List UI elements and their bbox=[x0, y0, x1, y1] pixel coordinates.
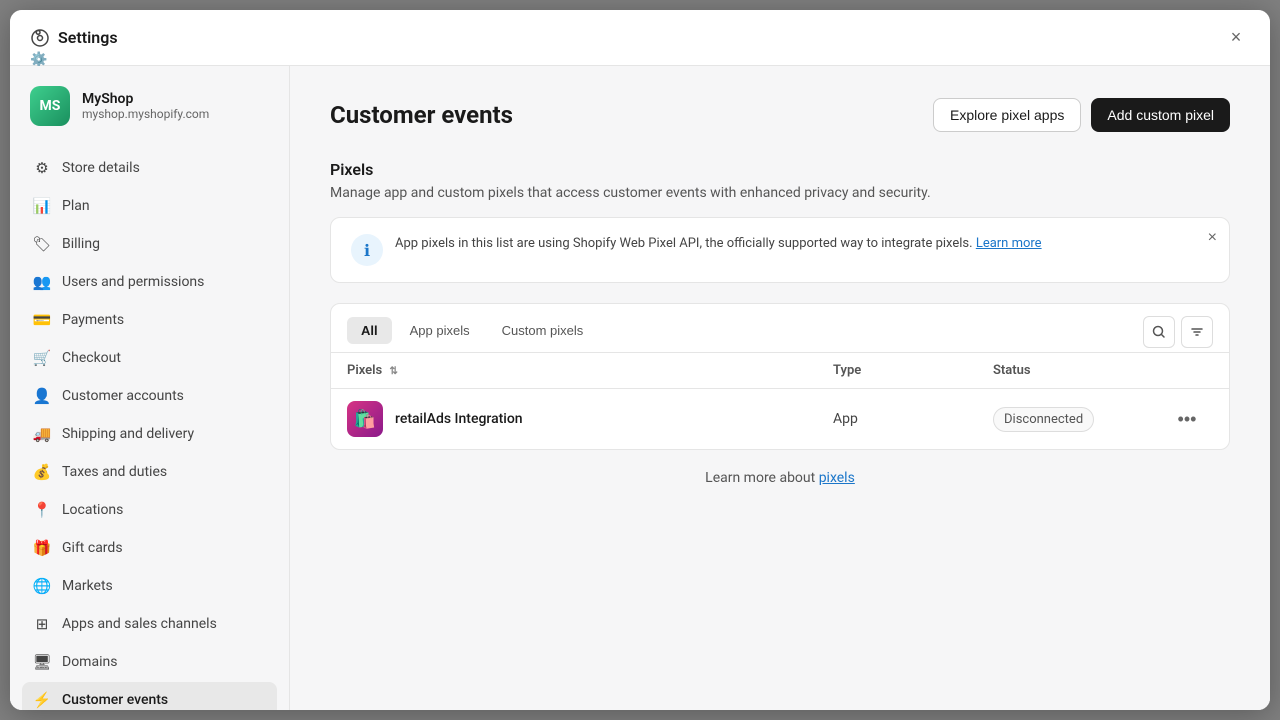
sidebar-item-label: Payments bbox=[62, 312, 124, 328]
pixel-status-cell: Disconnected bbox=[993, 407, 1173, 432]
sidebar-item-shipping-delivery[interactable]: 🚚 Shipping and delivery bbox=[22, 416, 277, 452]
pixels-link[interactable]: pixels bbox=[819, 470, 855, 486]
col-type: Type bbox=[833, 363, 993, 378]
plan-icon: 📊 bbox=[32, 196, 52, 216]
sidebar-item-label: Domains bbox=[62, 654, 117, 670]
store-details-icon: ⚙ bbox=[32, 158, 52, 178]
add-custom-pixel-button[interactable]: Add custom pixel bbox=[1091, 98, 1230, 132]
nav-list: ⚙ Store details 📊 Plan 🏷 Billing 👥 Users… bbox=[22, 150, 277, 710]
sidebar-item-label: Customer events bbox=[62, 692, 168, 708]
store-info: MyShop myshop.myshopify.com bbox=[82, 91, 209, 121]
sidebar: MS MyShop myshop.myshopify.com ⚙ Store d… bbox=[10, 66, 290, 710]
window-title: Settings bbox=[58, 28, 1222, 47]
sidebar-item-customer-accounts[interactable]: 👤 Customer accounts bbox=[22, 378, 277, 414]
sort-icon: ⇅ bbox=[389, 366, 397, 377]
sidebar-item-label: Shipping and delivery bbox=[62, 426, 194, 442]
store-header: MS MyShop myshop.myshopify.com bbox=[22, 86, 277, 126]
header-actions: Explore pixel apps Add custom pixel bbox=[933, 98, 1230, 132]
content-area: Customer events Explore pixel apps Add c… bbox=[290, 66, 1270, 710]
users-permissions-icon: 👥 bbox=[32, 272, 52, 292]
sidebar-item-billing[interactable]: 🏷 Billing bbox=[22, 226, 277, 262]
col-status: Status bbox=[993, 363, 1173, 378]
tab-all[interactable]: All bbox=[347, 317, 392, 344]
locations-icon: 📍 bbox=[32, 500, 52, 520]
sidebar-item-label: Markets bbox=[62, 578, 113, 594]
banner-text: App pixels in this list are using Shopif… bbox=[395, 234, 1209, 254]
sidebar-item-label: Store details bbox=[62, 160, 140, 176]
footer-learn-more: Learn more about pixels bbox=[330, 450, 1230, 506]
billing-icon: 🏷 bbox=[32, 234, 52, 254]
sidebar-item-taxes-duties[interactable]: 💰 Taxes and duties bbox=[22, 454, 277, 490]
pixels-section-desc: Manage app and custom pixels that access… bbox=[330, 185, 1230, 201]
sidebar-item-label: Users and permissions bbox=[62, 274, 204, 290]
taxes-duties-icon: 💰 bbox=[32, 462, 52, 482]
pixels-section: Pixels Manage app and custom pixels that… bbox=[330, 160, 1230, 506]
banner-close-button[interactable]: × bbox=[1208, 230, 1217, 246]
sidebar-item-customer-events[interactable]: ⚡ Customer events bbox=[22, 682, 277, 710]
store-url: myshop.myshopify.com bbox=[82, 107, 209, 121]
pixel-type: App bbox=[833, 411, 993, 427]
sidebar-item-markets[interactable]: 🌐 Markets bbox=[22, 568, 277, 604]
sidebar-item-locations[interactable]: 📍 Locations bbox=[22, 492, 277, 528]
pixel-table: All App pixels Custom pixels bbox=[330, 303, 1230, 450]
close-button[interactable]: × bbox=[1222, 24, 1250, 52]
sort-button[interactable] bbox=[1181, 316, 1213, 348]
row-more-button[interactable]: ••• bbox=[1173, 405, 1201, 433]
content-header: Customer events Explore pixel apps Add c… bbox=[330, 98, 1230, 132]
avatar: MS bbox=[30, 86, 70, 126]
sidebar-item-checkout[interactable]: 🛒 Checkout bbox=[22, 340, 277, 376]
domains-icon: 🖥 bbox=[32, 652, 52, 672]
sidebar-item-label: Taxes and duties bbox=[62, 464, 167, 480]
sidebar-item-label: Apps and sales channels bbox=[62, 616, 217, 632]
tab-actions bbox=[1143, 316, 1213, 348]
learn-more-link[interactable]: Learn more bbox=[976, 236, 1042, 251]
page-title: Customer events bbox=[330, 101, 513, 129]
settings-window: ⚙️ Settings × MS MyShop myshop.myshopify… bbox=[10, 10, 1270, 710]
checkout-icon: 🛒 bbox=[32, 348, 52, 368]
sidebar-item-label: Gift cards bbox=[62, 540, 123, 556]
main-layout: MS MyShop myshop.myshopify.com ⚙ Store d… bbox=[10, 66, 1270, 710]
info-banner: ℹ App pixels in this list are using Shop… bbox=[330, 217, 1230, 283]
table-row: 🛍️ retailAds Integration App Disconnecte… bbox=[331, 389, 1229, 449]
tab-app-pixels[interactable]: App pixels bbox=[396, 317, 484, 344]
apps-sales-channels-icon: ⊞ bbox=[32, 614, 52, 634]
info-icon: ℹ bbox=[351, 234, 383, 266]
sidebar-item-label: Billing bbox=[62, 236, 100, 252]
pixel-name: retailAds Integration bbox=[395, 411, 523, 427]
sidebar-item-users-permissions[interactable]: 👥 Users and permissions bbox=[22, 264, 277, 300]
sidebar-item-domains[interactable]: 🖥 Domains bbox=[22, 644, 277, 680]
shipping-delivery-icon: 🚚 bbox=[32, 424, 52, 444]
sidebar-item-payments[interactable]: 💳 Payments bbox=[22, 302, 277, 338]
payments-icon: 💳 bbox=[32, 310, 52, 330]
search-button[interactable] bbox=[1143, 316, 1175, 348]
store-name: MyShop bbox=[82, 91, 209, 107]
table-header: Pixels ⇅ Type Status bbox=[331, 353, 1229, 389]
customer-events-icon: ⚡ bbox=[32, 690, 52, 710]
tab-bar: All App pixels Custom pixels bbox=[331, 304, 1229, 353]
sidebar-item-plan[interactable]: 📊 Plan bbox=[22, 188, 277, 224]
pixels-section-title: Pixels bbox=[330, 160, 1230, 179]
explore-pixel-apps-button[interactable]: Explore pixel apps bbox=[933, 98, 1081, 132]
sidebar-item-label: Plan bbox=[62, 198, 90, 214]
pixel-app-icon: 🛍️ bbox=[347, 401, 383, 437]
customer-accounts-icon: 👤 bbox=[32, 386, 52, 406]
tab-custom-pixels[interactable]: Custom pixels bbox=[488, 317, 598, 344]
sidebar-item-label: Locations bbox=[62, 502, 123, 518]
sidebar-item-store-details[interactable]: ⚙ Store details bbox=[22, 150, 277, 186]
pixel-cell: 🛍️ retailAds Integration bbox=[347, 401, 833, 437]
settings-icon: ⚙️ bbox=[30, 28, 50, 48]
col-pixels: Pixels ⇅ bbox=[347, 363, 833, 378]
gift-cards-icon: 🎁 bbox=[32, 538, 52, 558]
status-badge: Disconnected bbox=[993, 407, 1094, 432]
markets-icon: 🌐 bbox=[32, 576, 52, 596]
sidebar-item-apps-sales-channels[interactable]: ⊞ Apps and sales channels bbox=[22, 606, 277, 642]
titlebar: ⚙️ Settings × bbox=[10, 10, 1270, 66]
sidebar-item-gift-cards[interactable]: 🎁 Gift cards bbox=[22, 530, 277, 566]
sidebar-item-label: Checkout bbox=[62, 350, 121, 366]
sidebar-item-label: Customer accounts bbox=[62, 388, 184, 404]
